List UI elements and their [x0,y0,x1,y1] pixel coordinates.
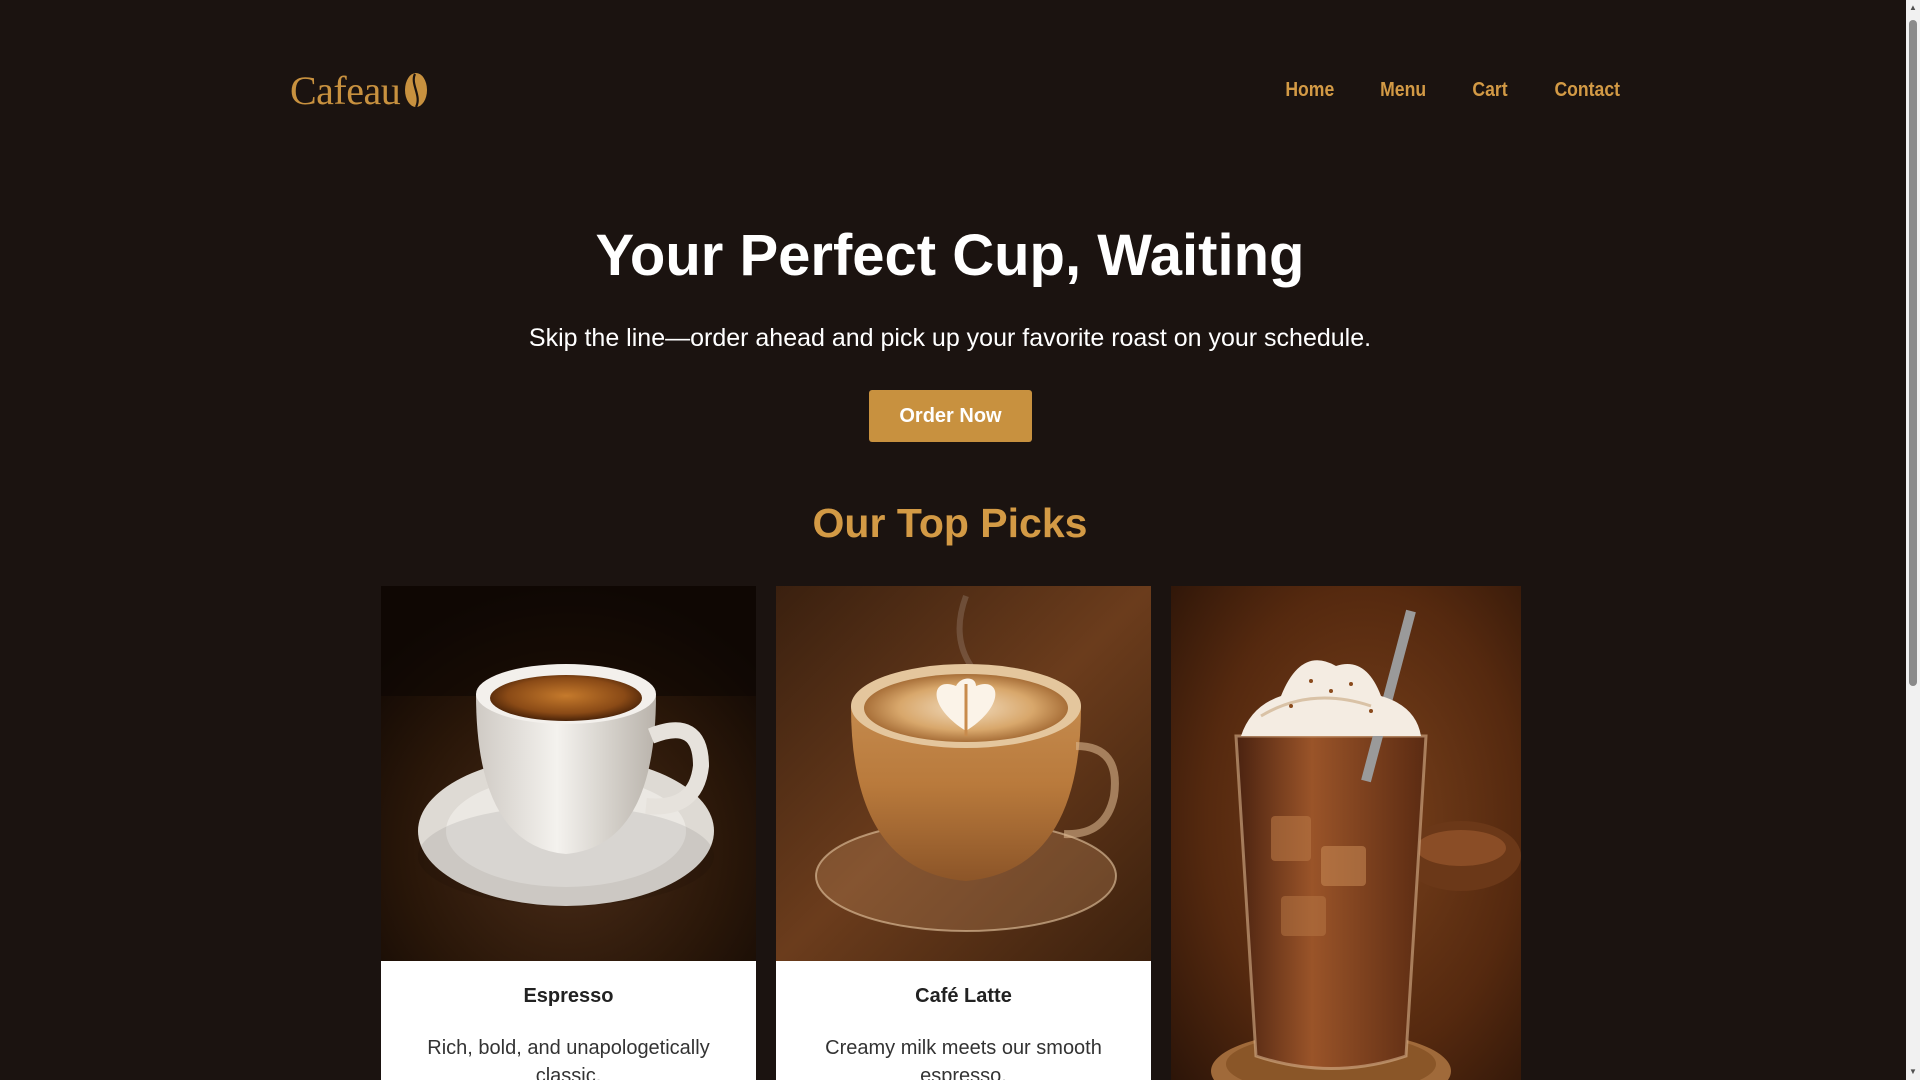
nav-contact-link[interactable]: Contact [1554,79,1620,102]
iced-mocha-image [1171,586,1521,1080]
scroll-up-icon[interactable]: ▲ [1909,4,1917,12]
order-now-button[interactable]: Order Now [869,390,1032,442]
card-name: Café Latte [915,985,1012,1007]
site-header: Cafeau Home Menu Cart Contact [290,62,1620,118]
top-picks-title: Our Top Picks [812,500,1088,546]
card-description: Creamy milk meets our smooth espresso. [825,1037,1102,1080]
card-name: Espresso [523,985,614,1007]
espresso-image [381,586,756,961]
coffee-bean-icon [405,73,428,108]
nav-cart-link[interactable]: Cart [1472,79,1507,102]
vertical-scrollbar[interactable]: ▲ ▼ [1906,0,1920,1080]
card-description: Rich, bold, and unapologetically classic… [427,1037,710,1080]
nav-menu-link[interactable]: Menu [1380,79,1426,102]
product-card-iced-mocha[interactable] [1171,586,1521,1080]
hero-title: Your Perfect Cup, Waiting [595,223,1305,288]
nav-home-link[interactable]: Home [1285,79,1334,102]
hero-subtitle: Skip the line—order ahead and pick up yo… [528,324,1372,352]
product-card-espresso[interactable]: Espresso Rich, bold, and unapologeticall… [381,586,756,1080]
logo-text: Cafeau [290,67,401,113]
latte-image [776,586,1151,961]
main-nav: Home Menu Cart Contact [1282,79,1624,102]
scroll-down-icon[interactable]: ▼ [1909,1068,1917,1076]
page: Cafeau Home Menu Cart Contact Your Perfe… [0,0,1920,1080]
scrollbar-thumb[interactable] [1909,20,1917,686]
product-card-latte[interactable]: Café Latte Creamy milk meets our smooth … [776,586,1151,1080]
logo[interactable]: Cafeau [290,67,430,114]
